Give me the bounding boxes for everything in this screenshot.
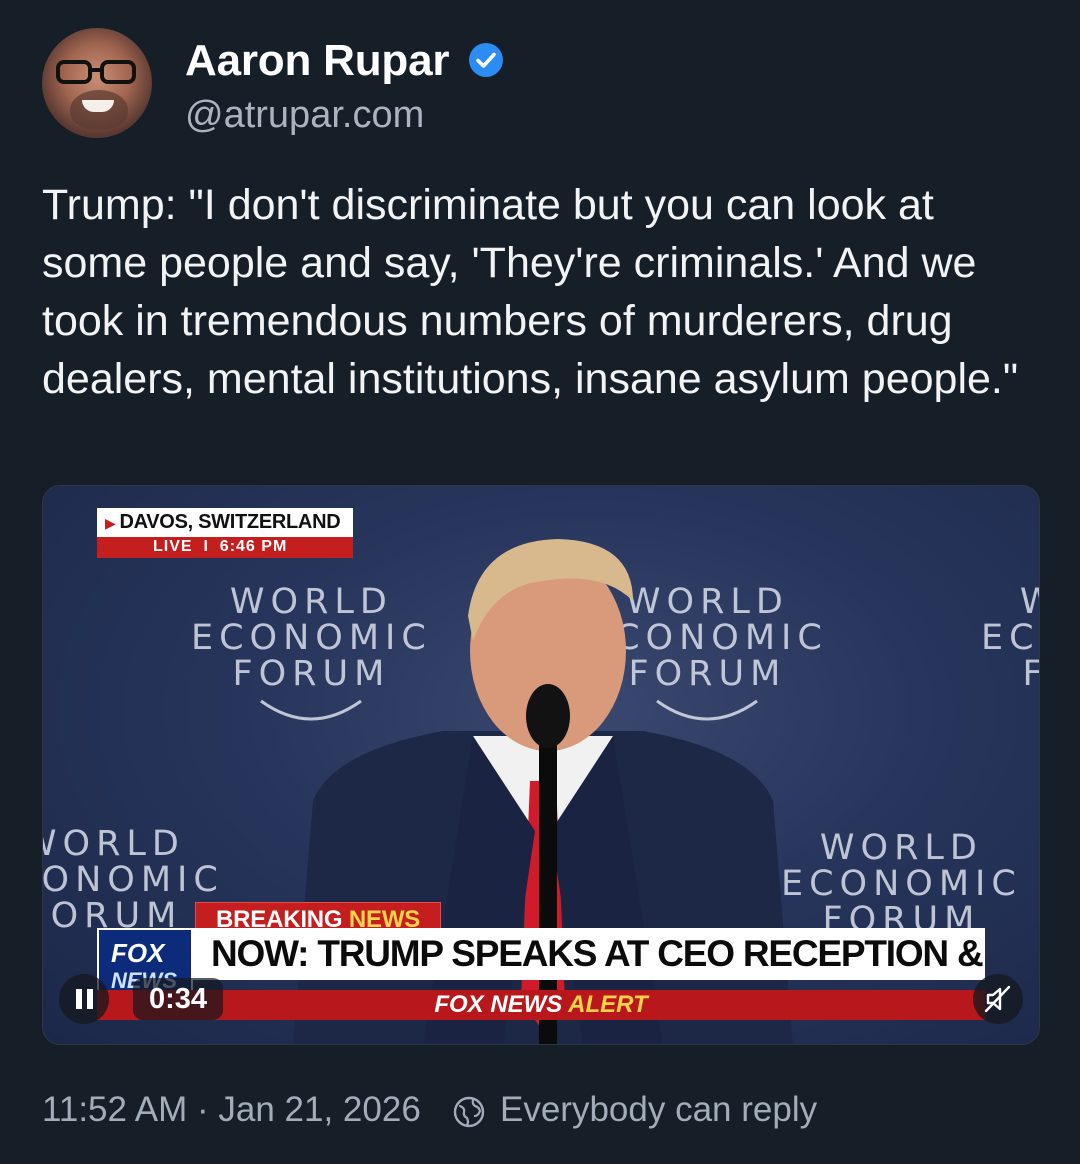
wef-word: WORLD xyxy=(819,828,983,868)
post-footer: 11:52 AM · Jan 21, 2026 Everybody can re… xyxy=(42,1090,1042,1136)
alert-brand: FOX NEWS xyxy=(434,991,563,1018)
wef-logo: WORLD ECONOMIC FORUM xyxy=(781,830,1022,938)
live-time: 6:46 PM xyxy=(219,538,288,555)
author-handle[interactable]: @atrupar.com xyxy=(185,94,424,137)
live-text: LIVE xyxy=(153,538,193,555)
reply-setting[interactable]: Everybody can reply xyxy=(500,1090,817,1130)
post-timestamp[interactable]: 11:52 AM · Jan 21, 2026 xyxy=(42,1090,421,1130)
location-text: DAVOS, SWITZERLAND xyxy=(119,511,341,533)
muted-speaker-icon xyxy=(984,985,1011,1013)
post-text: Trump: "I don't discriminate but you can… xyxy=(42,181,1019,403)
alert-bar: FOX NEWS ALERT xyxy=(97,990,985,1020)
alert-label: ALERT xyxy=(568,991,648,1018)
avatar-glasses xyxy=(56,60,136,84)
live-label: LIVE I 6:46 PM xyxy=(97,537,353,558)
verified-badge-icon xyxy=(469,43,503,77)
location-label: ▶ DAVOS, SWITZERLAND xyxy=(97,508,353,537)
pause-button[interactable] xyxy=(59,974,109,1024)
pause-icon xyxy=(76,989,93,1009)
wef-word: WORLD xyxy=(43,824,185,864)
globe-icon xyxy=(453,1096,485,1128)
mute-toggle-button[interactable] xyxy=(973,974,1023,1024)
wef-word: FORUM xyxy=(981,656,1039,692)
chyron-headline: NOW: TRUMP SPEAKS AT CEO RECEPTION & DIN… xyxy=(193,928,985,1026)
video-player[interactable]: WORLD ECONOMIC FORUM WORLD ECONOMIC FORU… xyxy=(42,485,1040,1045)
location-bug: ▶ DAVOS, SWITZERLAND LIVE I 6:46 PM xyxy=(97,508,353,558)
wef-word: ECONOMIC xyxy=(781,864,1022,904)
author-name[interactable]: Aaron Rupar xyxy=(185,36,449,86)
wef-logo: WORLD ECONOMIC FORUM xyxy=(981,584,1040,692)
wef-word: ECONOMIC xyxy=(42,860,224,900)
wef-word: WORLD xyxy=(981,584,1039,620)
post-header: Aaron Rupar @atrupar.com xyxy=(42,28,1042,140)
play-arrow-icon: ▶ xyxy=(105,515,116,531)
elapsed-time: 0:34 xyxy=(133,978,224,1020)
channel-logo-text: FOX xyxy=(111,938,165,968)
wef-word: ECONOMIC xyxy=(981,618,1040,658)
author-avatar[interactable] xyxy=(42,28,152,138)
